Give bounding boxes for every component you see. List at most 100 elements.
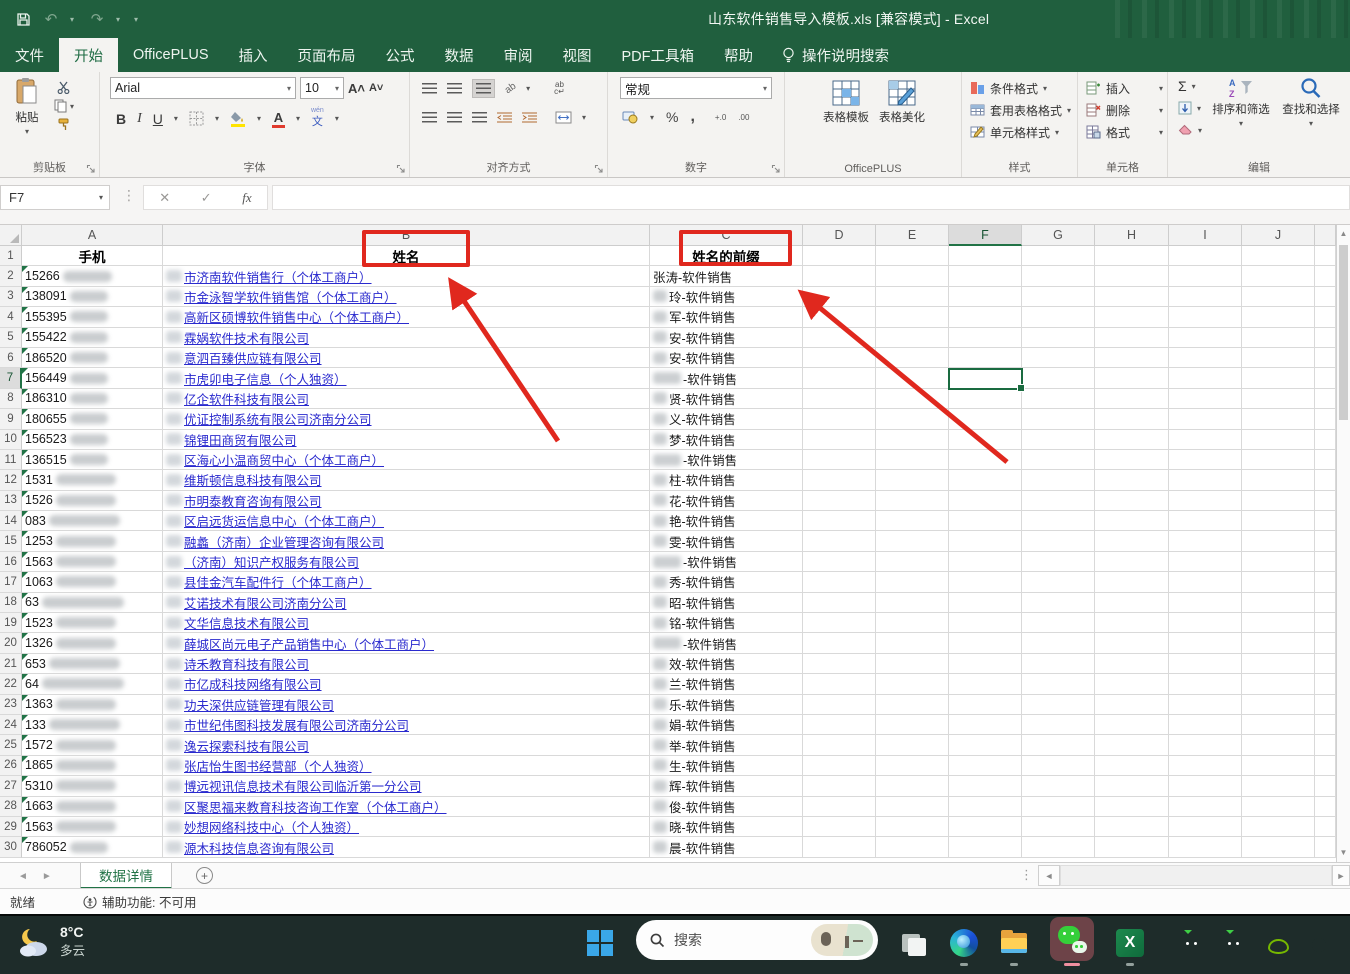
comma-style-icon[interactable]: , — [690, 108, 694, 126]
cell-K8[interactable] — [1315, 389, 1336, 409]
cell-F11[interactable] — [949, 450, 1022, 470]
cell-C21[interactable]: 效-软件销售 — [650, 654, 803, 674]
cell-K19[interactable] — [1315, 613, 1336, 633]
row-header-1[interactable]: 1 — [0, 246, 22, 266]
select-all-corner[interactable] — [0, 225, 22, 246]
horizontal-scrollbar-thumb[interactable] — [1060, 865, 1332, 886]
cell-H5[interactable] — [1095, 328, 1169, 348]
next-sheet-icon[interactable]: ► — [42, 871, 52, 882]
cell-D7[interactable] — [803, 368, 876, 388]
cell-E15[interactable] — [876, 531, 949, 551]
cell-J15[interactable] — [1242, 531, 1315, 551]
cell-K4[interactable] — [1315, 307, 1336, 327]
cell-D22[interactable] — [803, 674, 876, 694]
cell-A23[interactable]: 1363 — [22, 695, 163, 715]
cell-E22[interactable] — [876, 674, 949, 694]
cell-J16[interactable] — [1242, 552, 1315, 572]
company-link[interactable]: 区启远货运信息中心（个体工商户） — [184, 511, 384, 530]
cell-G28[interactable] — [1022, 797, 1095, 817]
row-header-5[interactable]: 5 — [0, 328, 22, 348]
worksheet-grid[interactable]: ABCDEFGHIJ1手机姓名姓名的前缀215266市济南软件销售行（个体工商户… — [0, 225, 1336, 862]
cell-C11[interactable]: -软件销售 — [650, 450, 803, 470]
cell-A1[interactable]: 手机 — [22, 246, 163, 266]
cell-E6[interactable] — [876, 348, 949, 368]
customize-qat-icon[interactable]: ▾ — [134, 15, 146, 24]
cell-H19[interactable] — [1095, 613, 1169, 633]
cell-G20[interactable] — [1022, 633, 1095, 653]
font-dialog-launcher-icon[interactable] — [396, 164, 406, 174]
company-link[interactable]: 意泗百臻供应链有限公司 — [184, 348, 322, 367]
cell-B6[interactable]: 意泗百臻供应链有限公司 — [163, 348, 650, 368]
cell-F9[interactable] — [949, 409, 1022, 429]
cell-E10[interactable] — [876, 430, 949, 450]
row-header-9[interactable]: 9 — [0, 409, 22, 429]
vertical-scrollbar-thumb[interactable] — [1339, 245, 1348, 420]
cell-I12[interactable] — [1169, 470, 1242, 490]
column-header-A[interactable]: A — [22, 225, 163, 246]
row-header-7[interactable]: 7 — [0, 368, 22, 388]
increase-indent-icon[interactable] — [522, 112, 537, 123]
row-header-26[interactable]: 26 — [0, 756, 22, 776]
shrink-font-icon[interactable]: A˅ — [369, 82, 383, 94]
cell-G30[interactable] — [1022, 837, 1095, 857]
cell-D16[interactable] — [803, 552, 876, 572]
fill-button[interactable]: ▾ — [1178, 99, 1202, 117]
cell-D15[interactable] — [803, 531, 876, 551]
row-header-4[interactable]: 4 — [0, 307, 22, 327]
cell-I30[interactable] — [1169, 837, 1242, 857]
cell-F13[interactable] — [949, 491, 1022, 511]
cell-G11[interactable] — [1022, 450, 1095, 470]
cell-J10[interactable] — [1242, 430, 1315, 450]
cell-B26[interactable]: 张店怡生图书经营部（个人独资） — [163, 756, 650, 776]
excel-taskbar-icon[interactable]: X — [1116, 929, 1144, 957]
cell-B21[interactable]: 诗禾教育科技有限公司 — [163, 654, 650, 674]
cell-B19[interactable]: 文华信息技术有限公司 — [163, 613, 650, 633]
cell-A11[interactable]: 136515 — [22, 450, 163, 470]
cell-E27[interactable] — [876, 776, 949, 796]
phonetic-guide-icon[interactable]: wén文 — [311, 108, 324, 129]
ribbon-tab-开始[interactable]: 开始 — [59, 38, 118, 72]
cell-H3[interactable] — [1095, 287, 1169, 307]
cell-F23[interactable] — [949, 695, 1022, 715]
cell-B8[interactable]: 亿企软件科技有限公司 — [163, 389, 650, 409]
cell-D18[interactable] — [803, 593, 876, 613]
ribbon-tab-文件[interactable]: 文件 — [0, 38, 59, 72]
number-dialog-launcher-icon[interactable] — [771, 164, 781, 174]
cell-B7[interactable]: 市虎卯电子信息（个人独资） — [163, 368, 650, 388]
cell-A25[interactable]: 1572 — [22, 735, 163, 755]
cell-A10[interactable]: 156523 — [22, 430, 163, 450]
borders-icon[interactable] — [189, 111, 204, 126]
cell-J26[interactable] — [1242, 756, 1315, 776]
cell-F12[interactable] — [949, 470, 1022, 490]
cell-A7[interactable]: 156449 — [22, 368, 163, 388]
cell-H23[interactable] — [1095, 695, 1169, 715]
cell-D20[interactable] — [803, 633, 876, 653]
cell-C13[interactable]: 花-软件销售 — [650, 491, 803, 511]
cell-G15[interactable] — [1022, 531, 1095, 551]
cell-G18[interactable] — [1022, 593, 1095, 613]
delete-cells-button[interactable]: 删除▾ — [1086, 99, 1163, 121]
cell-C7[interactable]: -软件销售 — [650, 368, 803, 388]
cell-I19[interactable] — [1169, 613, 1242, 633]
cell-H15[interactable] — [1095, 531, 1169, 551]
tab-scroll-splitter[interactable]: ⋮ — [1020, 867, 1033, 883]
cell-D13[interactable] — [803, 491, 876, 511]
ribbon-tab-视图[interactable]: 视图 — [548, 38, 607, 72]
company-link[interactable]: 市虎卯电子信息（个人独资） — [184, 369, 347, 388]
cell-F26[interactable] — [949, 756, 1022, 776]
cell-F17[interactable] — [949, 572, 1022, 592]
company-link[interactable]: 妙想网络科技中心（个人独资） — [184, 817, 359, 836]
cell-H13[interactable] — [1095, 491, 1169, 511]
cell-C22[interactable]: 兰-软件销售 — [650, 674, 803, 694]
cell-K27[interactable] — [1315, 776, 1336, 796]
cell-I20[interactable] — [1169, 633, 1242, 653]
cell-J6[interactable] — [1242, 348, 1315, 368]
hscroll-left-icon[interactable]: ◄ — [1038, 865, 1060, 886]
format-painter-icon[interactable] — [54, 118, 74, 131]
cell-F24[interactable] — [949, 715, 1022, 735]
align-middle-icon[interactable] — [447, 83, 462, 94]
cell-B22[interactable]: 市亿成科技网络有限公司 — [163, 674, 650, 694]
cell-C6[interactable]: 安-软件销售 — [650, 348, 803, 368]
percent-style-icon[interactable]: % — [666, 109, 678, 125]
cell-B13[interactable]: 市明泰教育咨询有限公司 — [163, 491, 650, 511]
